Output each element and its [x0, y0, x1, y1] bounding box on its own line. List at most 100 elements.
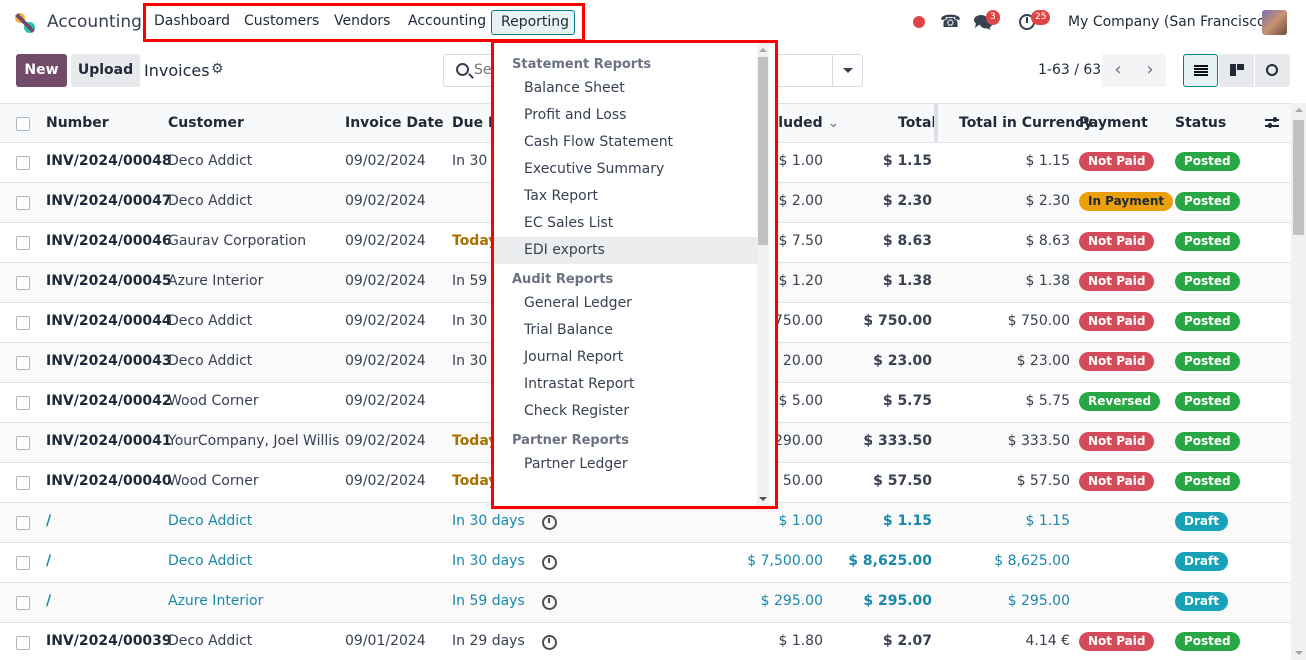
row-checkbox[interactable]	[16, 356, 30, 370]
activity-clock-icon[interactable]	[542, 635, 557, 650]
cell-customer: YourCompany, Joel Willis	[168, 433, 340, 449]
col-number[interactable]: Number	[46, 115, 109, 131]
cell-invoice-date: 09/02/2024	[345, 353, 426, 369]
cell-customer: Gaurav Corporation	[168, 233, 307, 249]
row-checkbox[interactable]	[16, 596, 30, 610]
payment-status-badge: Not Paid	[1079, 312, 1155, 331]
cell-total-in-currency: $ 2.30	[1025, 193, 1070, 209]
cell-tax-excluded: $ 295.00	[760, 593, 823, 609]
cell-number: INV/2024/00039	[46, 633, 172, 649]
cell-tax-excluded: $ 1.80	[778, 633, 823, 649]
page-scrollbar[interactable]	[1291, 103, 1306, 660]
scroll-down-icon[interactable]	[1295, 651, 1303, 655]
cell-total: $ 333.50	[863, 433, 932, 449]
row-checkbox[interactable]	[16, 476, 30, 490]
cell-total: $ 1.15	[882, 513, 932, 529]
status-badge: Posted	[1175, 392, 1240, 411]
pager-next-button[interactable]: ›	[1134, 54, 1166, 87]
app-name[interactable]: Accounting	[47, 12, 142, 32]
payment-status-badge: Not Paid	[1079, 352, 1155, 371]
cell-total: $ 750.00	[863, 313, 932, 329]
row-checkbox[interactable]	[16, 316, 30, 330]
table-row[interactable]: / Deco Addict In 30 days $ 1.00 $ 1.15 $ 1.15…	[0, 503, 1291, 543]
activity-clock-icon[interactable]	[542, 515, 557, 530]
cell-number: /	[46, 593, 52, 609]
phone-icon[interactable]: ☎	[940, 12, 961, 32]
row-checkbox[interactable]	[16, 236, 30, 250]
cell-total: $ 1.15	[882, 153, 932, 169]
table-row[interactable]: / Azure Interior In 59 days $ 295.00 $ 295.0…	[0, 583, 1291, 623]
cell-invoice-date: 09/01/2024	[345, 633, 426, 649]
activity-view-button[interactable]	[1255, 54, 1290, 87]
cell-total: $ 2.07	[882, 633, 932, 649]
row-checkbox[interactable]	[16, 196, 30, 210]
table-row[interactable]: INV/2024/00039 Deco Addict 09/01/2024 In 29…	[0, 623, 1291, 660]
company-switcher[interactable]: My Company (San Francisco)	[1068, 14, 1271, 30]
cell-tax-excluded: 750.00	[774, 313, 823, 329]
column-resizer[interactable]	[934, 104, 938, 144]
accounting-logo-icon[interactable]	[14, 12, 36, 34]
row-checkbox[interactable]	[16, 436, 30, 450]
col-status[interactable]: Status	[1175, 115, 1226, 131]
status-badge: Posted	[1175, 472, 1240, 491]
col-total[interactable]: Total	[898, 115, 936, 131]
cell-number: INV/2024/00047	[46, 193, 172, 209]
cell-invoice-date: 09/02/2024	[345, 273, 426, 289]
col-payment[interactable]: Payment	[1079, 115, 1148, 131]
row-checkbox[interactable]	[16, 276, 30, 290]
list-view-button[interactable]	[1183, 54, 1218, 87]
table-row[interactable]: / Deco Addict In 30 days $ 7,500.00 $ 8,625.…	[0, 543, 1291, 583]
upload-button[interactable]: Upload	[71, 54, 140, 87]
optional-columns-settings-icon[interactable]	[1265, 116, 1279, 130]
new-button[interactable]: New	[16, 54, 67, 87]
activity-clock-icon[interactable]	[542, 595, 557, 610]
activities-badge: 25	[1031, 10, 1051, 25]
status-badge: Posted	[1175, 632, 1240, 651]
cell-number: INV/2024/00041	[46, 433, 172, 449]
cell-number: INV/2024/00046	[46, 233, 172, 249]
activity-clock-icon[interactable]	[542, 555, 557, 570]
cell-total-in-currency: 4.14 €	[1025, 633, 1070, 649]
gear-icon[interactable]: ⚙	[211, 61, 224, 77]
kanban-view-button[interactable]	[1219, 54, 1254, 87]
cell-tax-excluded: $ 1.00	[778, 153, 823, 169]
search-options-toggle-icon[interactable]	[832, 55, 862, 86]
col-tax-excluded[interactable]: cluded ⌄	[770, 115, 839, 131]
cell-total: $ 23.00	[873, 353, 932, 369]
col-total-in-currency[interactable]: Total in Currency	[959, 115, 1093, 131]
cell-customer: Deco Addict	[168, 633, 253, 649]
pager-value[interactable]: 1-63 / 63	[1038, 62, 1101, 78]
cell-invoice-date: 09/02/2024	[345, 193, 426, 209]
col-invoice-date[interactable]: Invoice Date	[345, 115, 444, 131]
scrollbar-thumb[interactable]	[1293, 120, 1304, 235]
row-checkbox[interactable]	[16, 516, 30, 530]
pager-previous-button[interactable]: ‹	[1102, 54, 1134, 87]
select-all-checkbox[interactable]	[16, 117, 30, 131]
red-dot-icon[interactable]	[913, 16, 925, 28]
page-title[interactable]: Invoices	[144, 61, 210, 80]
cell-number: INV/2024/00048	[46, 153, 172, 169]
cell-invoice-date: 09/02/2024	[345, 153, 426, 169]
cell-due-date: In 29 days	[452, 633, 525, 649]
cell-invoice-date: 09/02/2024	[345, 393, 426, 409]
payment-status-badge: Not Paid	[1079, 272, 1155, 291]
cell-invoice-date: 09/02/2024	[345, 473, 426, 489]
status-badge: Posted	[1175, 232, 1240, 251]
cell-customer: Deco Addict	[168, 313, 253, 329]
col-customer[interactable]: Customer	[168, 115, 244, 131]
status-badge: Posted	[1175, 192, 1240, 211]
row-checkbox[interactable]	[16, 636, 30, 650]
cell-tax-excluded: $ 7,500.00	[747, 553, 823, 569]
row-checkbox[interactable]	[16, 556, 30, 570]
row-checkbox[interactable]	[16, 396, 30, 410]
clock-icon	[1266, 64, 1278, 76]
row-checkbox[interactable]	[16, 156, 30, 170]
cell-total-in-currency: $ 8.63	[1025, 233, 1070, 249]
status-badge: Posted	[1175, 432, 1240, 451]
cell-number: INV/2024/00043	[46, 353, 172, 369]
status-badge: Posted	[1175, 352, 1240, 371]
menu-highlight-box	[143, 3, 585, 42]
cell-number: INV/2024/00042	[46, 393, 172, 409]
user-avatar[interactable]	[1262, 10, 1287, 35]
scroll-up-icon[interactable]	[1295, 108, 1303, 112]
